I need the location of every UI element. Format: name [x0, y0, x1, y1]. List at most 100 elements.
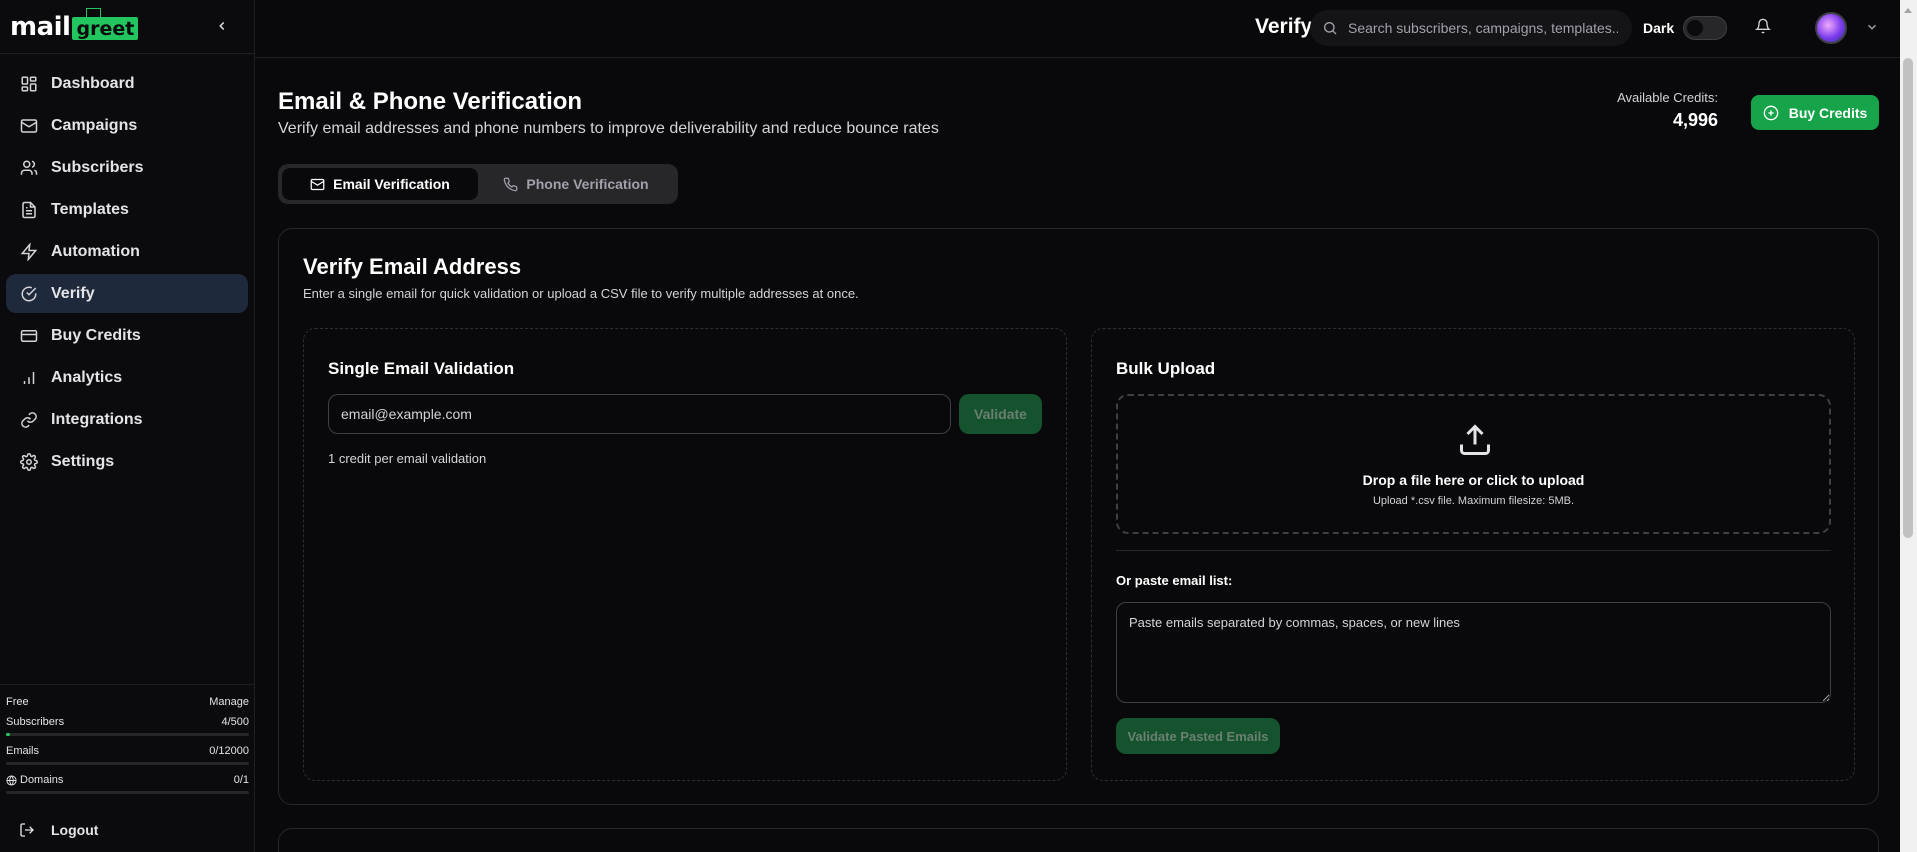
collapse-sidebar-button[interactable] [210, 14, 234, 38]
logo-mail: mail [10, 11, 71, 42]
emails-usage-label: Emails [6, 745, 40, 757]
divider [1116, 550, 1831, 551]
tab-email-verification[interactable]: Email Verification [282, 168, 478, 200]
credit-card-icon [19, 326, 39, 346]
sidebar-item-analytics[interactable]: Analytics [6, 358, 248, 397]
logo-greet: greet [72, 7, 139, 40]
plan-header: Free Manage [6, 695, 249, 709]
domains-usage: Domains 0/1 [6, 773, 249, 787]
toggle-knob [1687, 20, 1703, 36]
file-icon [19, 200, 39, 220]
panel-title: Bulk Upload [1116, 359, 1216, 378]
header-title: Verify [1255, 15, 1313, 38]
bell-icon [1754, 18, 1772, 34]
sidebar-item-automation[interactable]: Automation [6, 232, 248, 271]
chevron-down-icon [1867, 24, 1877, 30]
dropzone-hint: Upload *.csv file. Maximum filesize: 5MB… [1372, 495, 1575, 507]
logout-label: Logout [51, 822, 99, 838]
plus-circle-icon [1763, 105, 1779, 121]
sidebar-item-label: Templates [51, 200, 129, 218]
bulk-upload-panel: Bulk Upload Drop a file here or click to… [1091, 328, 1855, 781]
notifications-button[interactable] [1754, 18, 1772, 39]
secondary-card [278, 828, 1879, 852]
sidebar-item-dashboard[interactable]: Dashboard [6, 64, 248, 103]
tab-label: Phone Verification [526, 176, 649, 192]
sidebar: mail greet Dashboard Campaigns Subscribe… [0, 0, 255, 852]
sidebar-item-subscribers[interactable]: Subscribers [6, 148, 248, 187]
page-scrollbar[interactable] [1900, 8, 1917, 852]
sidebar-item-label: Subscribers [51, 158, 144, 176]
page-subtitle: Verify email addresses and phone numbers… [278, 120, 939, 137]
avatar[interactable] [1815, 12, 1847, 44]
search-icon [1324, 22, 1337, 35]
upload-icon [1457, 422, 1493, 463]
sidebar-item-label: Settings [51, 452, 115, 470]
credits-value: 4,996 [1672, 110, 1718, 130]
sidebar-item-label: Verify [51, 284, 95, 302]
phone-icon [503, 177, 518, 192]
emails-usage-value: 0/12000 [209, 745, 249, 757]
tab-phone-verification[interactable]: Phone Verification [478, 168, 674, 200]
top-header: Verify Dark [255, 0, 1917, 58]
verify-email-card: Verify Email Address Enter a single emai… [278, 228, 1879, 805]
sidebar-nav: Dashboard Campaigns Subscribers Template… [0, 54, 254, 494]
scroll-up-arrow[interactable] [1904, 8, 1912, 13]
plan-usage: Free Manage Subscribers 4/500 Emails 0/1… [0, 684, 255, 802]
card-subtitle: Enter a single email for quick validatio… [303, 286, 859, 301]
buy-credits-button[interactable]: Buy Credits [1751, 95, 1879, 130]
emails-usage: Emails 0/12000 [6, 744, 249, 758]
subscribers-progress-bar [6, 733, 249, 736]
logo[interactable]: mail greet [10, 7, 139, 42]
sidebar-item-settings[interactable]: Settings [6, 442, 248, 481]
sidebar-item-label: Buy Credits [51, 326, 141, 344]
link-icon [19, 410, 39, 430]
app-root: mail greet Dashboard Campaigns Subscribe… [0, 0, 1917, 852]
sidebar-item-buy-credits[interactable]: Buy Credits [6, 316, 248, 355]
sidebar-item-label: Automation [51, 242, 140, 260]
paste-emails-textarea[interactable] [1116, 602, 1831, 703]
theme-label: Dark [1643, 20, 1675, 36]
sidebar-item-integrations[interactable]: Integrations [6, 400, 248, 439]
tab-label: Email Verification [333, 176, 450, 192]
mail-icon [310, 177, 325, 192]
logout-icon [19, 822, 39, 838]
scrollbar-thumb[interactable] [1903, 58, 1913, 538]
search-input[interactable] [1348, 20, 1618, 36]
buy-credits-label: Buy Credits [1788, 104, 1868, 121]
globe-icon [6, 774, 17, 786]
users-icon [19, 158, 39, 178]
panel-title: Single Email Validation [328, 359, 515, 378]
logo-greet-text: greet [76, 17, 135, 40]
logout-button[interactable]: Logout [6, 816, 111, 844]
logo-row: mail greet [0, 0, 254, 54]
sidebar-item-verify[interactable]: Verify [6, 274, 248, 313]
sidebar-item-label: Analytics [51, 368, 123, 386]
envelope-icon [86, 7, 102, 18]
bolt-icon [19, 242, 39, 262]
dark-mode-toggle[interactable] [1683, 16, 1727, 40]
sidebar-item-templates[interactable]: Templates [6, 190, 248, 229]
file-dropzone[interactable]: Drop a file here or click to upload Uplo… [1116, 394, 1831, 534]
domains-usage-label: Domains [20, 774, 64, 786]
emails-progress-bar [6, 762, 249, 765]
credits-label: Available Credits: [1617, 90, 1718, 105]
account-menu-button[interactable] [1865, 20, 1879, 39]
verification-tabs: Email Verification Phone Verification [278, 164, 678, 204]
email-input[interactable] [328, 394, 951, 434]
manage-plan-link[interactable]: Manage [209, 696, 249, 708]
subscribers-usage-value: 4/500 [221, 716, 249, 728]
dropzone-title: Drop a file here or click to upload [1362, 472, 1585, 488]
validate-pasted-button[interactable]: Validate Pasted Emails [1116, 718, 1280, 754]
subscribers-usage-label: Subscribers [6, 716, 65, 728]
plan-name: Free [6, 696, 29, 708]
bar-chart-icon [19, 368, 39, 388]
domains-usage-value: 0/1 [233, 774, 249, 786]
grid-icon [19, 74, 39, 94]
validate-button[interactable]: Validate [959, 394, 1042, 434]
chevron-left-icon [219, 21, 225, 31]
sidebar-item-label: Campaigns [51, 116, 138, 134]
domains-usage-label-wrap: Domains [6, 774, 63, 786]
sidebar-item-campaigns[interactable]: Campaigns [6, 106, 248, 145]
check-circle-icon [19, 284, 39, 304]
search-box[interactable] [1310, 10, 1632, 46]
